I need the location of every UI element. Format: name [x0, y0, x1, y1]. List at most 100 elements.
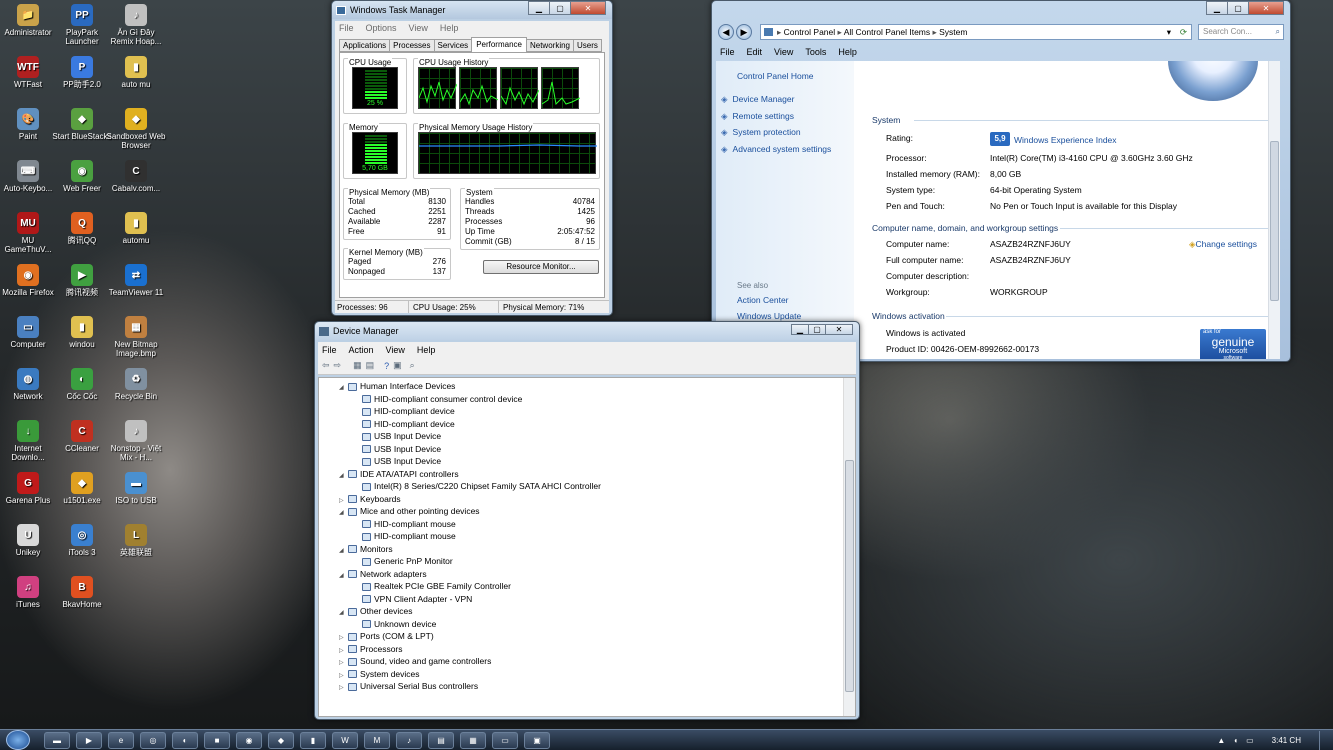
desktop-icon[interactable]: B BkavHome: [52, 576, 112, 609]
breadcrumb-item[interactable]: All Control Panel Items: [844, 27, 930, 37]
sidebar-link[interactable]: ◈ Advanced system settings: [721, 144, 831, 161]
desktop-icon[interactable]: G Garena Plus: [0, 472, 58, 505]
desktop-icon[interactable]: ◍ Network: [0, 368, 58, 401]
desktop-icon[interactable]: PP PlayPark Launcher: [52, 4, 112, 46]
taskbar-paint-button[interactable]: ▣: [524, 732, 550, 749]
expand-arrow-icon[interactable]: ▷: [339, 682, 348, 695]
forward-button[interactable]: ▶: [736, 24, 752, 40]
desktop-icon[interactable]: ▶ 腾讯视频: [52, 264, 112, 297]
desktop-icon[interactable]: ◐ Cốc Cốc: [52, 368, 112, 401]
desktop-icon[interactable]: WTF WTFast: [0, 56, 58, 89]
taskbar-coccoc-button[interactable]: ◐: [172, 732, 198, 749]
scan-hardware-icon[interactable]: ⌕: [410, 360, 415, 371]
desktop-icon[interactable]: 📁 Administrator: [0, 4, 58, 37]
device-category[interactable]: ▷ Keyboards: [339, 493, 601, 506]
network-tray-icon[interactable]: ▭: [1246, 736, 1254, 745]
desktop-icon[interactable]: ◆ Start BlueStacks: [52, 108, 112, 141]
task-manager-titlebar[interactable]: Windows Task Manager ▁ ▢ ✕: [332, 1, 612, 19]
breadcrumb-item[interactable]: Control Panel: [784, 27, 836, 37]
sidebar-link[interactable]: ◈ System protection: [721, 127, 831, 144]
taskbar-music-player-button[interactable]: ♪: [396, 732, 422, 749]
menu-item[interactable]: Options: [366, 23, 397, 33]
taskbar-task-manager-button[interactable]: ▤: [428, 732, 454, 749]
desktop-icon[interactable]: ◆ u1501.exe: [52, 472, 112, 505]
desktop-icon[interactable]: 🎨 Paint: [0, 108, 58, 141]
address-bar[interactable]: ▸ Control Panel ▸ All Control Panel Item…: [760, 24, 1192, 40]
desktop-icon[interactable]: ◉ Mozilla Firefox: [0, 264, 58, 297]
minimize-button[interactable]: ▁: [528, 1, 550, 15]
desktop-icon[interactable]: ▭ Computer: [0, 316, 58, 349]
tab-services[interactable]: Services: [433, 39, 473, 52]
device-item[interactable]: Generic PnP Monitor: [339, 555, 601, 568]
desktop-icon[interactable]: ⇄ TeamViewer 11: [106, 264, 166, 297]
taskbar-firefox-button[interactable]: ◉: [236, 732, 262, 749]
desktop-icon[interactable]: ◆ Sandboxed Web Browser: [106, 108, 166, 150]
tab-applications[interactable]: Applications: [339, 39, 391, 52]
device-manager-titlebar[interactable]: Device Manager ▁ ▢ ✕: [315, 322, 859, 340]
taskbar-internet-explorer-button[interactable]: e: [108, 732, 134, 749]
menu-item[interactable]: File: [322, 345, 337, 355]
genuine-microsoft-badge[interactable]: ask for genuine Microsoft software: [1200, 329, 1266, 359]
device-category[interactable]: ▷ Sound, video and game controllers: [339, 655, 601, 668]
desktop-icon[interactable]: ⌨ Auto-Keybo...: [0, 160, 58, 193]
device-category[interactable]: ◢ IDE ATA/ATAPI controllers: [339, 468, 601, 481]
menu-item[interactable]: File: [339, 23, 354, 33]
update-driver-icon[interactable]: ▣: [393, 360, 402, 371]
desktop-icon[interactable]: MU MU GameThuV...: [0, 212, 58, 254]
taskbar-explorer-button[interactable]: ▬: [44, 732, 70, 749]
show-hidden-icons[interactable]: ▲: [1217, 736, 1225, 745]
forward-arrow-icon[interactable]: ⇨: [334, 360, 342, 371]
desktop-icon[interactable]: ▮ automu: [106, 212, 166, 245]
taskbar-bluestacks-button[interactable]: ◆: [268, 732, 294, 749]
menu-item[interactable]: Edit: [747, 47, 763, 57]
device-category[interactable]: ▷ Universal Serial Bus controllers: [339, 680, 601, 693]
sidebar-link[interactable]: ◈ Remote settings: [721, 111, 831, 128]
control-panel-home-link[interactable]: Control Panel Home: [737, 71, 814, 81]
taskbar-mu-game-button[interactable]: M: [364, 732, 390, 749]
device-category[interactable]: ▷ System devices: [339, 668, 601, 681]
taskbar-folder-button[interactable]: ▮: [300, 732, 326, 749]
taskbar-winrar-button[interactable]: W: [332, 732, 358, 749]
resource-monitor-button[interactable]: Resource Monitor...: [483, 260, 599, 274]
menu-item[interactable]: Help: [417, 345, 436, 355]
search-box[interactable]: Search Con... ⌕: [1198, 24, 1284, 40]
taskbar-unknown-app-button[interactable]: ■: [204, 732, 230, 749]
desktop-icon[interactable]: ♪ Nonstop - Việt Mix - H...: [106, 420, 166, 462]
show-hide-console-icon[interactable]: ▦: [353, 360, 362, 371]
close-button[interactable]: ✕: [570, 1, 606, 15]
menu-item[interactable]: View: [774, 47, 793, 57]
minimize-button[interactable]: ▁: [791, 324, 809, 335]
content-scrollbar[interactable]: [1268, 61, 1280, 359]
device-category[interactable]: ◢ Mice and other pointing devices: [339, 505, 601, 518]
device-item[interactable]: USB Input Device: [339, 455, 601, 468]
taskbar-media-player-button[interactable]: ▶: [76, 732, 102, 749]
desktop-icon[interactable]: ▮ windou: [52, 316, 112, 349]
device-item[interactable]: Unknown device: [339, 618, 601, 631]
taskbar-control-panel-button[interactable]: ▭: [492, 732, 518, 749]
experience-index-badge[interactable]: 5,9: [990, 132, 1010, 146]
see-also-link[interactable]: Action Center: [737, 295, 801, 311]
desktop-icon[interactable]: ♪ Ăn Gì Đây Remix Hoap...: [106, 4, 166, 46]
desktop-icon[interactable]: Q 腾讯QQ: [52, 212, 112, 245]
properties-icon[interactable]: ▤: [366, 360, 375, 371]
desktop-icon[interactable]: P PP助手2.0: [52, 56, 112, 89]
back-arrow-icon[interactable]: ⇦: [322, 360, 330, 371]
device-category[interactable]: ◢ Human Interface Devices: [339, 380, 601, 393]
device-item[interactable]: VPN Client Adapter - VPN: [339, 593, 601, 606]
experience-index-link[interactable]: Windows Experience Index: [1014, 135, 1117, 145]
tab-networking[interactable]: Networking: [525, 39, 574, 52]
taskbar-itools-button[interactable]: ◎: [140, 732, 166, 749]
device-item[interactable]: USB Input Device: [339, 443, 601, 456]
tab-performance[interactable]: Performance: [471, 37, 527, 52]
maximize-button[interactable]: ▢: [808, 324, 826, 335]
device-category[interactable]: ▷ Processors: [339, 643, 601, 656]
change-settings-link[interactable]: ◈Change settings: [1189, 239, 1257, 250]
scrollbar-thumb[interactable]: [845, 460, 854, 692]
desktop-icon[interactable]: U Unikey: [0, 524, 58, 557]
device-item[interactable]: HID-compliant mouse: [339, 530, 601, 543]
device-item[interactable]: Realtek PCIe GBE Family Controller: [339, 580, 601, 593]
help-icon[interactable]: ?: [384, 361, 389, 371]
device-item[interactable]: HID-compliant device: [339, 405, 601, 418]
menu-item[interactable]: File: [720, 47, 735, 57]
menu-item[interactable]: Action: [349, 345, 374, 355]
